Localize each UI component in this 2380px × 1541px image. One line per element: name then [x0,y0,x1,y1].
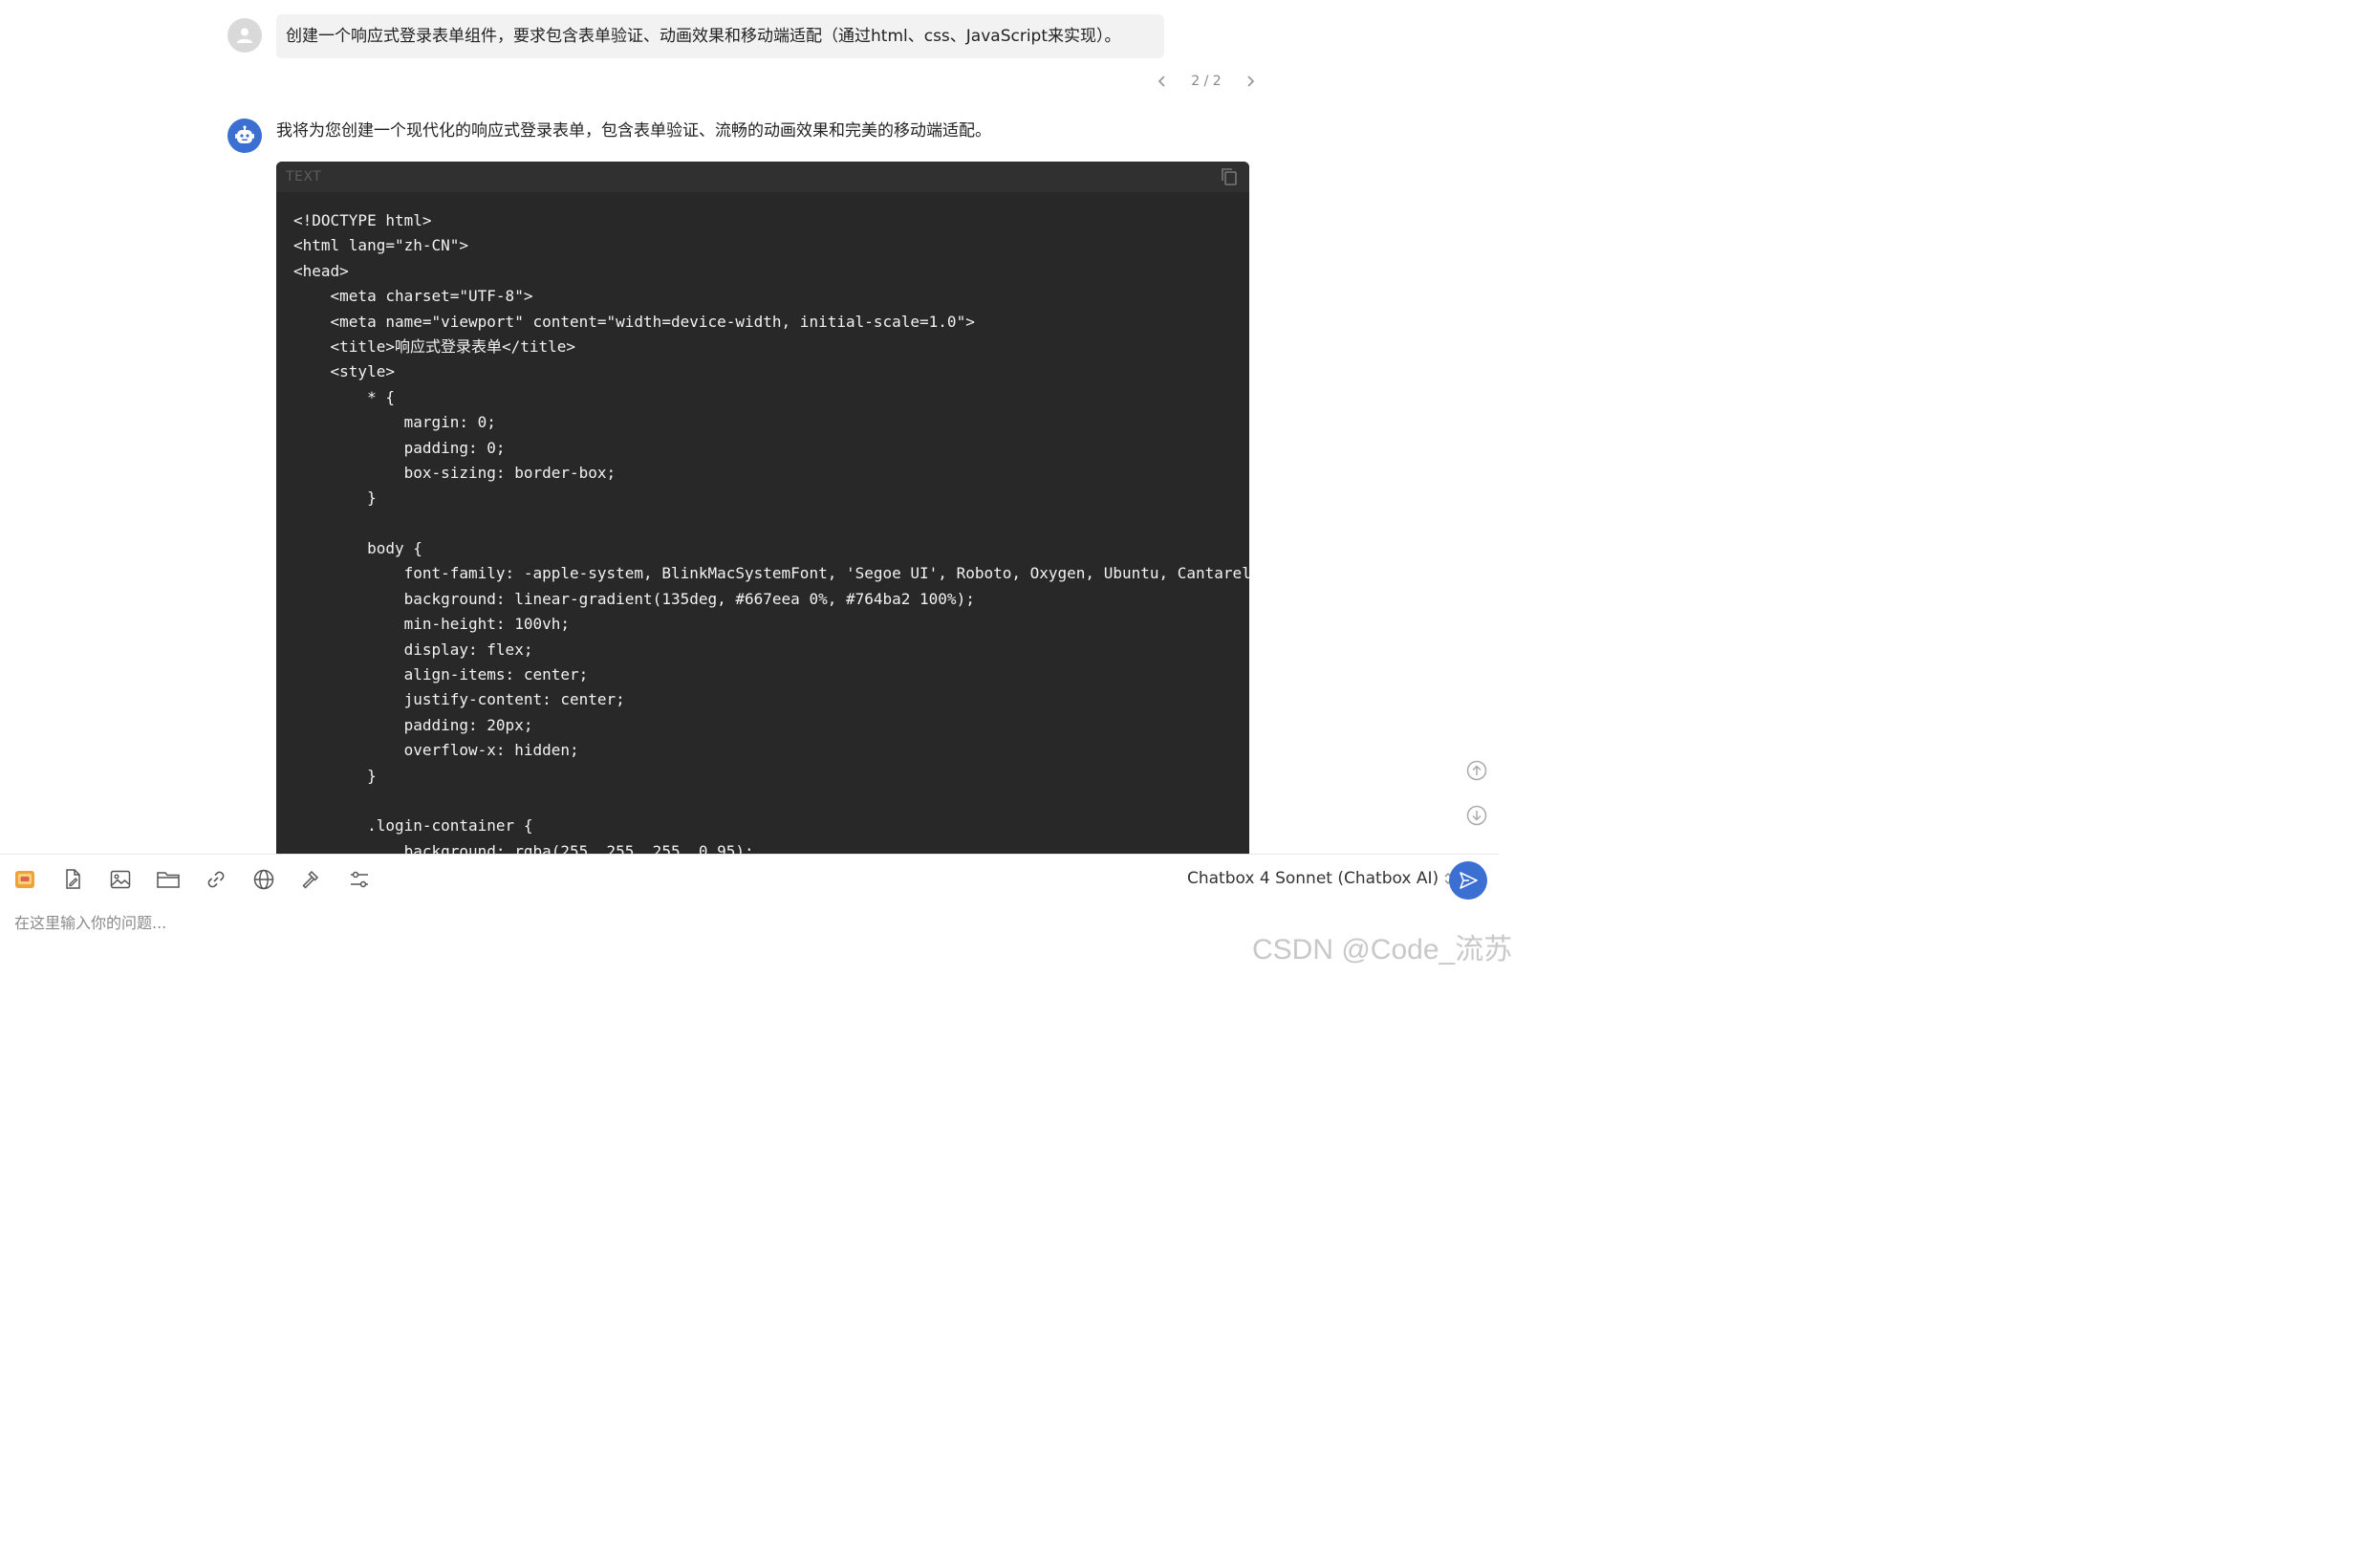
prompt-input[interactable] [14,908,1161,937]
code-line: <style> [293,362,395,381]
chatbox-logo-icon [15,871,34,888]
attach-image-button[interactable] [107,866,134,893]
code-line: background: linear-gradient(135deg, #667… [293,589,975,608]
chevron-right-icon [1247,76,1255,87]
code-line: min-height: 100vh; [293,615,570,634]
chatbox-logo-button[interactable] [11,866,38,893]
robot-icon [235,125,254,143]
file-edit-icon [66,869,80,889]
code-line: overflow-x: hidden; [293,741,579,760]
hammer-icon [302,870,319,889]
code-line: <meta charset="UTF-8"> [293,287,533,306]
code-line: body { [293,539,422,558]
model-name: Chatbox 4 Sonnet (Chatbox AI) [1187,869,1439,888]
code-line: <title>响应式登录表单</title> [293,336,576,356]
watermark: CSDN @Code_流苏 [1252,934,1513,966]
code-line: * { [293,387,395,406]
chevron-left-icon [1158,76,1165,87]
attach-file-button[interactable] [59,866,86,893]
code-line: } [293,488,377,508]
code-line: } [293,766,377,785]
send-icon [1460,872,1478,889]
assistant-intro: 我将为您创建一个现代化的响应式登录表单，包含表单验证、流畅的动画效果和完美的移动… [276,121,991,141]
code-line: box-sizing: border-box; [293,463,617,482]
code-line: justify-content: center; [293,690,625,709]
tools-button[interactable] [298,866,325,893]
response-pager: 2 / 2 [1151,69,1262,94]
scroll-up-button[interactable] [1466,760,1487,781]
code-line: font-family: -apple-system, BlinkMacSyst… [293,564,1249,583]
code-line: display: flex; [293,640,533,659]
next-response-button[interactable] [1239,70,1262,93]
input-toolbar [11,866,394,893]
model-selector[interactable]: Chatbox 4 Sonnet (Chatbox AI) [1187,869,1453,888]
user-avatar [227,18,262,53]
code-line: <head> [293,261,349,280]
copy-icon [1222,168,1237,185]
code-content: <!DOCTYPE html> <html lang="zh-CN"> <head>… [293,208,1249,854]
arrow-up-circle-icon [1466,760,1487,781]
settings-button[interactable] [346,866,373,893]
copy-code-button[interactable] [1219,166,1240,187]
chat-area: 创建一个响应式登录表单组件，要求包含表单验证、动画效果和移动端适配（通过html… [0,0,1499,854]
user-icon [237,28,252,43]
code-line: padding: 0; [293,438,506,457]
arrow-down-circle-icon [1466,805,1487,826]
user-message: 创建一个响应式登录表单组件，要求包含表单验证、动画效果和移动端适配（通过html… [276,14,1164,58]
code-block: TEXT <!DOCTYPE html> <html lang="zh-CN"> <… [276,162,1249,854]
web-search-button[interactable] [250,866,277,893]
code-line: margin: 0; [293,413,496,432]
code-line: .login-container { [293,816,533,836]
code-line: <meta name="viewport" content="width=dev… [293,312,975,331]
attach-folder-button[interactable] [155,866,182,893]
pager-label: 2 / 2 [1191,74,1222,89]
link-icon [207,871,225,888]
code-line: <html lang="zh-CN"> [293,236,469,255]
code-line: align-items: center; [293,665,589,684]
attach-link-button[interactable] [203,866,229,893]
prev-response-button[interactable] [1151,70,1174,93]
assistant-avatar [227,119,262,153]
send-button[interactable] [1449,861,1487,900]
settings-sliders-icon [351,871,368,888]
code-header: TEXT [276,162,1249,192]
scroll-down-button[interactable] [1466,805,1487,826]
code-line: background: rgba(255, 255, 255, 0.95); [293,841,754,854]
code-language-label: TEXT [286,169,322,184]
code-line: padding: 20px; [293,715,533,734]
folder-icon [157,872,180,888]
globe-icon [253,869,274,890]
image-icon [110,870,131,889]
code-line: <!DOCTYPE html> [293,211,432,229]
